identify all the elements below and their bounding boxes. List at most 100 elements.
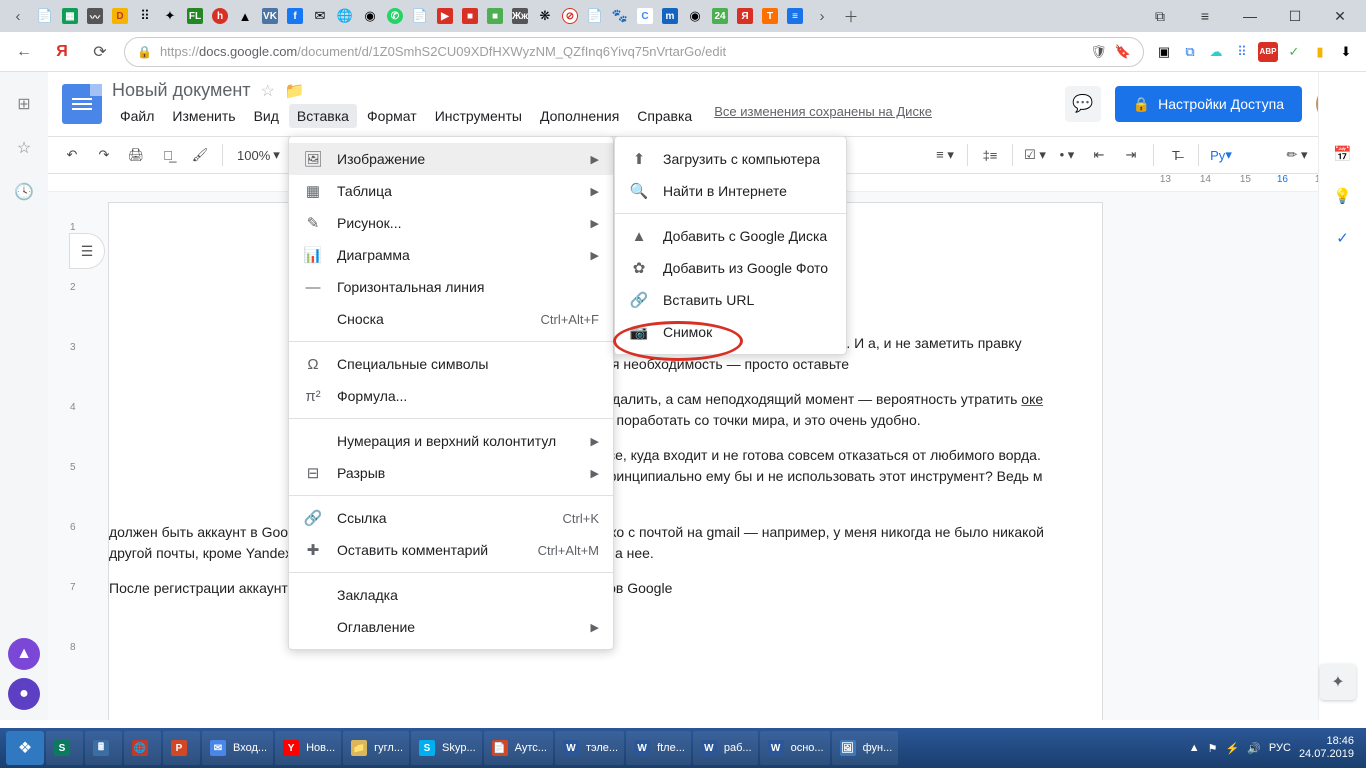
menu-edit[interactable]: Изменить xyxy=(164,104,243,128)
tray-lang[interactable]: РУС xyxy=(1269,742,1291,754)
indent-decrease-icon[interactable]: ⇤ xyxy=(1085,141,1113,169)
tab-favicon[interactable]: 📄 xyxy=(410,6,430,26)
ext-icon[interactable]: ☁ xyxy=(1206,42,1226,62)
document-title[interactable]: Новый документ xyxy=(112,80,251,101)
insert-menu-item[interactable]: π²Формула... xyxy=(289,380,613,412)
undo-icon[interactable]: ↶ xyxy=(58,141,86,169)
image-submenu-item[interactable]: 📷Снимок xyxy=(615,316,846,348)
tab-favicon[interactable]: ▶ xyxy=(435,6,455,26)
taskbar-app[interactable]: 📄Аутс... xyxy=(484,731,553,765)
spellcheck-icon[interactable]: Ａ̲ xyxy=(154,141,182,169)
tab-favicon[interactable]: Жж xyxy=(510,6,530,26)
tab-favicon[interactable]: ▲ xyxy=(235,6,255,26)
tab-favicon[interactable]: h xyxy=(210,6,230,26)
reload-icon[interactable]: ⟳ xyxy=(86,38,114,66)
ext-icon[interactable]: ✓ xyxy=(1284,42,1304,62)
tab-favicon[interactable]: D xyxy=(110,6,130,26)
tab-favicon[interactable]: ◉ xyxy=(685,6,705,26)
tab-prev-icon[interactable]: ‹ xyxy=(6,4,30,28)
share-button[interactable]: 🔒 Настройки Доступа xyxy=(1115,86,1302,122)
align-icon[interactable]: ≡ ▾ xyxy=(931,141,959,169)
new-tab-icon[interactable]: ＋ xyxy=(839,4,863,28)
taskbar-app[interactable]: P xyxy=(163,731,200,765)
tab-favicon[interactable]: 🌐 xyxy=(335,6,355,26)
bookmark-icon[interactable]: 🔖 xyxy=(1115,44,1131,60)
ext-icon[interactable]: ▣ xyxy=(1154,42,1174,62)
menu-view[interactable]: Вид xyxy=(246,104,287,128)
insert-menu-item[interactable]: ΩСпециальные символы xyxy=(289,348,613,380)
minimize-icon[interactable]: — xyxy=(1230,2,1270,30)
insert-menu-item[interactable]: —Горизонтальная линия xyxy=(289,271,613,303)
menu-insert[interactable]: Вставка xyxy=(289,104,357,128)
insert-menu-item[interactable]: Оглавление▶ xyxy=(289,611,613,643)
taskbar-app[interactable]: Wftле... xyxy=(626,731,691,765)
image-submenu-item[interactable]: 🔗Вставить URL xyxy=(615,284,846,316)
zoom-select[interactable]: 100% ▾ xyxy=(231,147,286,163)
tab-favicon[interactable]: 📄 xyxy=(585,6,605,26)
taskbar-app[interactable]: Wтэле... xyxy=(555,731,624,765)
yandex-icon[interactable]: Я xyxy=(48,38,76,66)
alice-voice-icon[interactable]: ● xyxy=(8,678,40,710)
menu-icon[interactable]: ≡ xyxy=(1185,2,1225,30)
tab-favicon[interactable]: C xyxy=(635,6,655,26)
tray-icon[interactable]: ⚡ xyxy=(1226,742,1240,755)
tab-favicon[interactable]: Я xyxy=(735,6,755,26)
insert-menu-item[interactable]: 📊Диаграмма▶ xyxy=(289,239,613,271)
comments-icon[interactable]: 💬 xyxy=(1065,86,1101,122)
outline-toggle-icon[interactable]: ☰ xyxy=(69,233,105,269)
taskbar-app[interactable]: 🖩 xyxy=(85,731,122,765)
calendar-icon[interactable]: 📅 xyxy=(1331,142,1355,166)
tab-favicon[interactable]: FL xyxy=(185,6,205,26)
ext-icon[interactable]: ⧉ xyxy=(1180,42,1200,62)
taskbar-app[interactable]: ✉Вход... xyxy=(202,731,273,765)
tab-favicon[interactable]: ⠿ xyxy=(135,6,155,26)
menu-help[interactable]: Справка xyxy=(629,104,700,128)
menu-file[interactable]: Файл xyxy=(112,104,162,128)
ext-icon[interactable]: ABP xyxy=(1258,42,1278,62)
image-submenu-item[interactable]: ⬆Загрузить с компьютера xyxy=(615,143,846,175)
start-button[interactable]: ❖ xyxy=(6,731,44,765)
taskbar-app[interactable]: Wраб... xyxy=(693,731,758,765)
menu-tools[interactable]: Инструменты xyxy=(427,104,530,128)
close-icon[interactable]: ✕ xyxy=(1320,2,1360,30)
redo-icon[interactable]: ↷ xyxy=(90,141,118,169)
checklist-icon[interactable]: ☑ ▾ xyxy=(1021,141,1049,169)
taskbar-app[interactable]: YНов... xyxy=(275,731,341,765)
tab-next-icon[interactable]: › xyxy=(810,4,834,28)
tab-favicon[interactable]: ✆ xyxy=(385,6,405,26)
history-icon[interactable]: 🕓 xyxy=(12,180,36,204)
favorites-icon[interactable]: ☆ xyxy=(12,136,36,160)
bullet-list-icon[interactable]: • ▾ xyxy=(1053,141,1081,169)
insert-menu-item[interactable]: Закладка xyxy=(289,579,613,611)
insert-menu-item[interactable]: СноскаCtrl+Alt+F xyxy=(289,303,613,335)
image-submenu-item[interactable]: ▲Добавить с Google Диска xyxy=(615,220,846,252)
tab-favicon[interactable]: ✦ xyxy=(160,6,180,26)
tab-favicon[interactable]: T xyxy=(760,6,780,26)
tray-clock[interactable]: 18:46 24.07.2019 xyxy=(1299,735,1360,761)
tasks-icon[interactable]: ✓ xyxy=(1331,226,1355,250)
taskbar-app[interactable]: 🖼фун... xyxy=(832,731,899,765)
ext-icon[interactable]: ⠿ xyxy=(1232,42,1252,62)
saved-status[interactable]: Все изменения сохранены на Диске xyxy=(714,104,932,128)
insert-menu-item[interactable]: ⊟Разрыв▶ xyxy=(289,457,613,489)
insert-menu-item[interactable]: 🔗СсылкаCtrl+K xyxy=(289,502,613,534)
alice-icon[interactable]: ▲ xyxy=(8,638,40,670)
editing-mode-icon[interactable]: ✏ ▾ xyxy=(1283,141,1311,169)
tab-favicon[interactable]: ◉ xyxy=(360,6,380,26)
indent-increase-icon[interactable]: ⇥ xyxy=(1117,141,1145,169)
taskbar-app[interactable]: S xyxy=(46,731,83,765)
tab-favicon[interactable]: ✉ xyxy=(310,6,330,26)
print-icon[interactable]: 🖨 xyxy=(122,141,150,169)
keep-icon[interactable]: 💡 xyxy=(1331,184,1355,208)
paint-format-icon[interactable]: 🖌 xyxy=(186,141,214,169)
back-icon[interactable]: ← xyxy=(10,38,38,66)
maximize-icon[interactable]: ☐ xyxy=(1275,2,1315,30)
move-folder-icon[interactable]: 📁 xyxy=(285,81,305,101)
image-submenu-item[interactable]: 🔍Найти в Интернете xyxy=(615,175,846,207)
ext-icon[interactable]: ▮ xyxy=(1310,42,1330,62)
input-tools-icon[interactable]: Ру ▾ xyxy=(1207,141,1235,169)
tab-favicon[interactable]: ≡ xyxy=(785,6,805,26)
tab-favicon[interactable]: ■ xyxy=(485,6,505,26)
taskbar-app[interactable]: SSkyp... xyxy=(411,731,482,765)
menu-addons[interactable]: Дополнения xyxy=(532,104,627,128)
